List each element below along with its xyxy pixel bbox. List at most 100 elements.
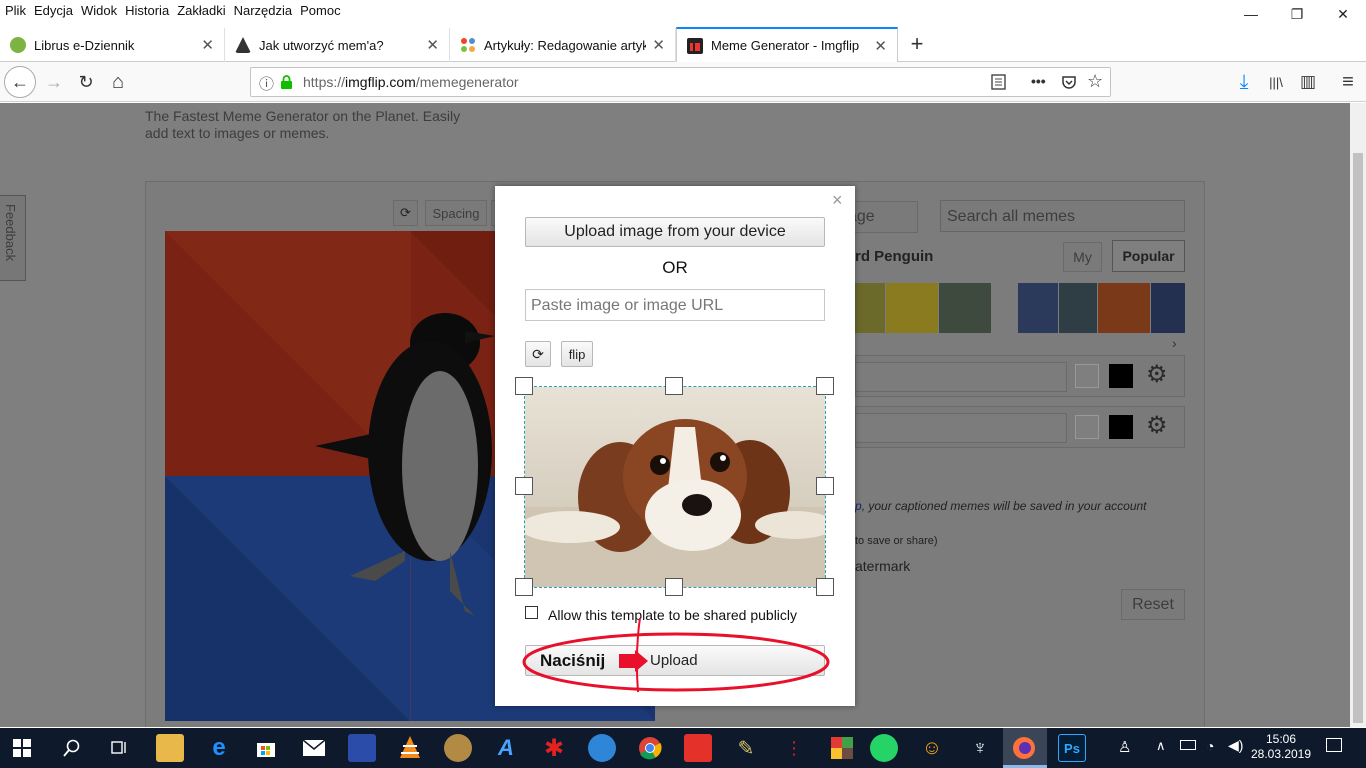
outline-color-swatch[interactable] — [1075, 364, 1099, 388]
thumbnail[interactable] — [1018, 283, 1058, 333]
volume-icon[interactable]: ◀) — [1228, 737, 1243, 754]
back-button[interactable]: ← — [4, 66, 36, 98]
crop-handle-top-right[interactable] — [816, 377, 834, 395]
info-icon[interactable]: ⓘ — [259, 73, 274, 94]
app-icon[interactable]: ☺ — [918, 734, 946, 762]
crop-area[interactable] — [524, 386, 826, 588]
clock[interactable]: 15:06 28.03.2019 — [1246, 732, 1316, 762]
sidebar-icon[interactable]: ▥ — [1292, 66, 1324, 98]
menu-pomoc[interactable]: Pomoc — [300, 0, 340, 22]
home-button[interactable]: ⌂ — [102, 66, 134, 98]
app-icon[interactable]: A — [492, 734, 520, 762]
close-tab-icon[interactable]: ✕ — [652, 36, 665, 54]
save-floppy-icon[interactable] — [348, 734, 376, 762]
close-window-button[interactable]: ✕ — [1320, 0, 1366, 28]
bottom-text-input[interactable] — [855, 413, 1067, 443]
edge-icon[interactable]: e — [205, 734, 233, 762]
feedback-tab[interactable]: Feedback — [0, 195, 26, 281]
library-icon[interactable]: |||\ — [1260, 66, 1292, 98]
app-icon[interactable]: ♆ — [966, 734, 994, 762]
minimize-button[interactable]: — — [1228, 0, 1274, 28]
app-icon[interactable]: ✱ — [540, 734, 568, 762]
firefox-icon[interactable] — [1010, 734, 1038, 762]
thumbnail[interactable] — [1098, 283, 1150, 333]
crop-handle-top[interactable] — [665, 377, 683, 395]
pdf-icon[interactable] — [684, 734, 712, 762]
reload-button[interactable]: ↻ — [70, 66, 102, 98]
crop-handle-right[interactable] — [816, 477, 834, 495]
whatsapp-icon[interactable] — [870, 734, 898, 762]
crop-handle-bottom-right[interactable] — [816, 578, 834, 596]
hamburger-menu-icon[interactable]: ≡ — [1332, 66, 1364, 98]
menu-plik[interactable]: Plik — [5, 0, 26, 22]
tab-librus[interactable]: Librus e-Dziennik ✕ — [0, 28, 225, 62]
forward-button[interactable]: → — [38, 66, 70, 98]
app-icon[interactable] — [444, 734, 472, 762]
menu-historia[interactable]: Historia — [125, 0, 169, 22]
outline-color-swatch[interactable] — [1075, 415, 1099, 439]
notifications-icon[interactable] — [1326, 738, 1342, 752]
page-actions-icon[interactable]: ••• — [1031, 73, 1046, 89]
menu-widok[interactable]: Widok — [81, 0, 117, 22]
menu-zakladki[interactable]: Zakładki — [177, 0, 225, 22]
new-tab-button[interactable]: + — [904, 30, 930, 58]
restore-button[interactable]: ❐ — [1274, 0, 1320, 28]
windows-start-icon[interactable] — [8, 734, 36, 762]
fill-color-swatch[interactable] — [1109, 415, 1133, 439]
upload-from-device-button[interactable]: Upload image from your device — [525, 217, 825, 247]
crop-handle-left[interactable] — [515, 477, 533, 495]
scrollbar-thumb[interactable] — [1353, 153, 1363, 723]
reset-button[interactable]: Reset — [1121, 589, 1185, 620]
photoshop-icon[interactable]: Ps — [1058, 734, 1086, 762]
modal-close-icon[interactable]: × — [832, 190, 843, 211]
tab-popular[interactable]: Popular — [1112, 240, 1185, 272]
task-view-icon[interactable] — [105, 734, 133, 762]
rotate-button[interactable]: ⟳ — [393, 200, 418, 226]
download-icon[interactable]: ⤓ — [1228, 66, 1260, 98]
bookmark-star-icon[interactable]: ☆ — [1087, 71, 1103, 92]
tab-my[interactable]: My — [1063, 242, 1102, 272]
file-explorer-icon[interactable] — [156, 734, 184, 762]
crop-handle-bottom-left[interactable] — [515, 578, 533, 596]
search-memes-input[interactable]: Search all memes — [940, 200, 1185, 232]
gear-icon[interactable]: ⚙ — [1146, 360, 1168, 389]
close-tab-icon[interactable]: ✕ — [426, 36, 439, 54]
share-publicly-checkbox[interactable] — [525, 606, 538, 619]
battery-icon[interactable] — [1180, 740, 1196, 750]
app-icon[interactable] — [588, 734, 616, 762]
fill-color-swatch[interactable] — [1109, 364, 1133, 388]
people-icon[interactable]: ♙ — [1118, 738, 1131, 756]
rotate-image-button[interactable]: ⟳ — [525, 341, 551, 367]
vlc-icon[interactable] — [396, 734, 424, 762]
show-hidden-icons[interactable]: ∧ — [1156, 738, 1166, 754]
app-icon[interactable]: ⋮ — [780, 734, 808, 762]
thumbnail[interactable] — [939, 283, 991, 333]
app-icon[interactable] — [828, 734, 856, 762]
crop-handle-top-left[interactable] — [515, 377, 533, 395]
tab-jak-utworzyc[interactable]: Jak utworzyć mem'a? ✕ — [225, 28, 450, 62]
url-bar[interactable]: ⓘ https://imgflip.com/memegenerator ••• … — [250, 67, 1111, 97]
thumbnail[interactable] — [1059, 283, 1097, 333]
close-tab-icon[interactable]: ✕ — [874, 37, 887, 55]
tab-meme-generator[interactable]: Meme Generator - Imgflip ✕ — [676, 27, 898, 62]
url-text[interactable]: https://imgflip.com/memegenerator — [303, 74, 519, 90]
close-tab-icon[interactable]: ✕ — [201, 36, 214, 54]
store-icon[interactable] — [252, 734, 280, 762]
pocket-icon[interactable] — [1061, 74, 1077, 90]
gear-icon[interactable]: ⚙ — [1146, 411, 1168, 440]
app-icon[interactable]: ✎ — [732, 734, 760, 762]
menu-edycja[interactable]: Edycja — [34, 0, 73, 22]
thumbnail[interactable] — [855, 283, 885, 333]
scroll-right-icon[interactable]: › — [1172, 335, 1177, 351]
upload-new-template-button[interactable]: age — [847, 201, 918, 233]
menu-narzedzia[interactable]: Narzędzia — [234, 0, 293, 22]
tab-artykuly[interactable]: Artykuły: Redagowanie artykułu ✕ — [450, 28, 676, 62]
crop-handle-bottom[interactable] — [665, 578, 683, 596]
flip-button[interactable]: flip — [561, 341, 593, 367]
thumbnail[interactable] — [1151, 283, 1185, 333]
wifi-icon[interactable]: ◔ — [1206, 738, 1214, 754]
page-scrollbar[interactable] — [1350, 103, 1366, 727]
chrome-icon[interactable] — [636, 734, 664, 762]
search-icon[interactable] — [58, 734, 86, 762]
reader-view-icon[interactable] — [991, 73, 1007, 91]
